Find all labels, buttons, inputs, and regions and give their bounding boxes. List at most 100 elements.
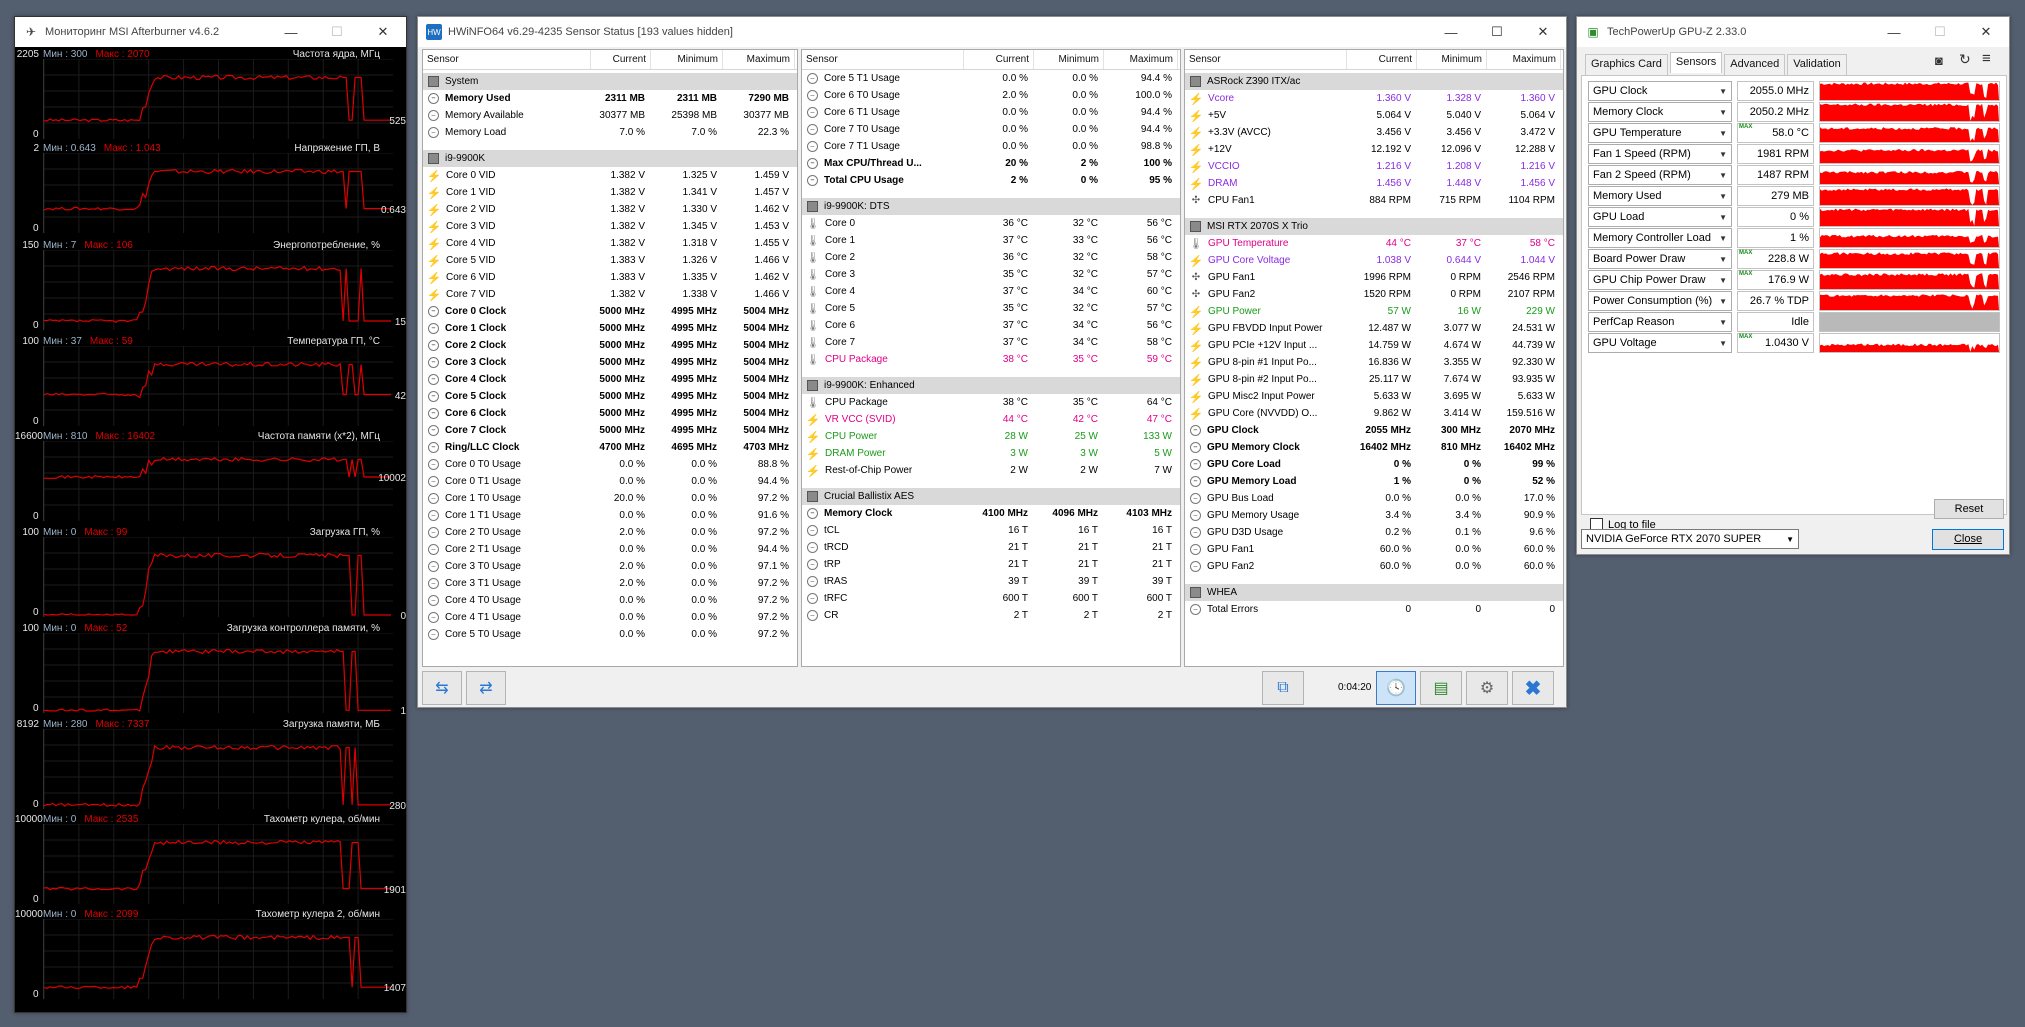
refresh-icon[interactable]: ↻ [1959, 51, 1971, 68]
header-minimum[interactable]: Minimum [651, 50, 723, 69]
sensor-row[interactable]: – Core 5 Clock 5000 MHz 4995 MHz 5004 MHz [423, 388, 797, 405]
sensor-row[interactable]: – Total Errors 0 0 0 [1185, 601, 1563, 618]
sensor-row[interactable]: – Total CPU Usage 2 % 0 % 95 % [802, 172, 1180, 189]
sensor-row[interactable]: – GPU D3D Usage 0.2 % 0.1 % 9.6 % [1185, 524, 1563, 541]
sensor-row[interactable]: – GPU Memory Load 1 % 0 % 52 % [1185, 473, 1563, 490]
sensor-group[interactable]: MSI RTX 2070S X Trio [1185, 218, 1563, 235]
sensor-row[interactable]: – Core 7 T0 Usage 0.0 % 0.0 % 94.4 % [802, 121, 1180, 138]
sensor-row[interactable]: – tRFC 600 T 600 T 600 T [802, 590, 1180, 607]
graph-panel[interactable]: 16600 Мин : 810 Макс : 16402 Частота памяти… [15, 431, 408, 526]
sensor-row[interactable]: 🌡 Core 4 37 °C 34 °C 60 °C [802, 283, 1180, 300]
sensor-row[interactable]: ⚡ +5V 5.064 V 5.040 V 5.064 V [1185, 107, 1563, 124]
sensor-row[interactable]: ⚡ GPU 8-pin #2 Input Po... 25.117 W 7.674 W… [1185, 371, 1563, 388]
sensor-row[interactable]: ⚡ GPU FBVDD Input Power 12.487 W 3.077 W 24.… [1185, 320, 1563, 337]
clock-reset-icon[interactable]: 🕓 [1376, 671, 1416, 705]
close-button[interactable]: ✕ [1963, 17, 2009, 47]
graph-panel[interactable]: 8192 Мин : 280 Макс : 7337 Загрузка памяти,… [15, 719, 408, 814]
tab-sensors[interactable]: Sensors [1669, 52, 1723, 73]
sensor-row[interactable]: – Core 2 T0 Usage 2.0 % 0.0 % 97.2 % [423, 524, 797, 541]
gpuz-titlebar[interactable]: ▣ TechPowerUp GPU-Z 2.33.0 — ☐ ✕ [1577, 17, 2009, 47]
sensor-select[interactable]: Memory Controller Load ▼ [1588, 228, 1732, 248]
sensor-row[interactable]: ⚡ +3.3V (AVCC) 3.456 V 3.456 V 3.472 V [1185, 124, 1563, 141]
minimize-button[interactable]: — [1428, 17, 1474, 47]
sensor-row[interactable]: – tRP 21 T 21 T 21 T [802, 556, 1180, 573]
sensor-row[interactable]: – Core 0 T0 Usage 0.0 % 0.0 % 88.8 % [423, 456, 797, 473]
header-maximum[interactable]: Maximum [1487, 50, 1561, 69]
afterburner-titlebar[interactable]: ✈ Мониторинг MSI Afterburner v4.6.2 — ☐ … [15, 17, 406, 47]
sensor-row[interactable]: ⚡ GPU PCIe +12V Input ... 14.759 W 4.674 W 4… [1185, 337, 1563, 354]
sensor-group[interactable]: System [423, 73, 797, 90]
sensor-row[interactable]: – Core 3 Clock 5000 MHz 4995 MHz 5004 MHz [423, 354, 797, 371]
sensor-row[interactable]: – Core 1 T1 Usage 0.0 % 0.0 % 91.6 % [423, 507, 797, 524]
minimize-button[interactable]: — [1871, 17, 1917, 47]
sensor-row[interactable]: ⚡ GPU 8-pin #1 Input Po... 16.836 W 3.355 W… [1185, 354, 1563, 371]
collapse-left-button[interactable]: ⇆ [422, 671, 462, 705]
sensor-row[interactable]: – Core 5 T1 Usage 0.0 % 0.0 % 94.4 % [802, 70, 1180, 87]
sensor-row[interactable]: ⚡ GPU Misc2 Input Power 5.633 W 3.695 W 5.63… [1185, 388, 1563, 405]
sensor-select[interactable]: GPU Chip Power Draw ▼ [1588, 270, 1732, 290]
graph-panel[interactable]: 150 Мин : 7 Макс : 106 Энергопотребление, %… [15, 240, 408, 335]
sensor-row[interactable]: – Core 1 T0 Usage 20.0 % 0.0 % 97.2 % [423, 490, 797, 507]
sensor-row[interactable]: – Memory Load 7.0 % 7.0 % 22.3 % [423, 124, 797, 141]
sensor-column-1[interactable]: Sensor Current Minimum Maximum System – Memory… [422, 49, 798, 667]
sensor-column-3[interactable]: Sensor Current Minimum Maximum ASRock Z390 I… [1184, 49, 1564, 667]
sensor-row[interactable]: – tRCD 21 T 21 T 21 T [802, 539, 1180, 556]
sensor-row[interactable]: – GPU Memory Clock 16402 MHz 810 MHz 16402 M… [1185, 439, 1563, 456]
sensor-row[interactable]: – Core 6 T1 Usage 0.0 % 0.0 % 94.4 % [802, 104, 1180, 121]
sensor-select[interactable]: PerfCap Reason ▼ [1588, 312, 1732, 332]
header-minimum[interactable]: Minimum [1417, 50, 1487, 69]
header-sensor[interactable]: Sensor [423, 50, 591, 69]
sensor-row[interactable]: – GPU Core Load 0 % 0 % 99 % [1185, 456, 1563, 473]
sensor-row[interactable]: ⚡ +12V 12.192 V 12.096 V 12.288 V [1185, 141, 1563, 158]
sensor-select[interactable]: Power Consumption (%) ▼ [1588, 291, 1732, 311]
sensor-row[interactable]: ⚡ DRAM 1.456 V 1.448 V 1.456 V [1185, 175, 1563, 192]
sensor-row[interactable]: – Memory Available 30377 MB 25398 MB 30377 M… [423, 107, 797, 124]
sensor-row[interactable]: 🌡 Core 7 37 °C 34 °C 58 °C [802, 334, 1180, 351]
sensor-row[interactable]: 🌡 GPU Temperature 44 °C 37 °C 58 °C [1185, 235, 1563, 252]
sensor-select[interactable]: Fan 2 Speed (RPM) ▼ [1588, 165, 1732, 185]
sensor-select[interactable]: GPU Temperature ▼ [1588, 123, 1732, 143]
sensor-row[interactable]: – Core 3 T0 Usage 2.0 % 0.0 % 97.1 % [423, 558, 797, 575]
sensor-row[interactable]: ✣ GPU Fan2 1520 RPM 0 RPM 2107 RPM [1185, 286, 1563, 303]
header-sensor[interactable]: Sensor [802, 50, 964, 69]
sensor-row[interactable]: – tRAS 39 T 39 T 39 T [802, 573, 1180, 590]
sensor-row[interactable]: – Core 4 T1 Usage 0.0 % 0.0 % 97.2 % [423, 609, 797, 626]
gpu-select[interactable]: NVIDIA GeForce RTX 2070 SUPER ▼ [1581, 529, 1799, 549]
sensor-row[interactable]: 🌡 Core 1 37 °C 33 °C 56 °C [802, 232, 1180, 249]
maximize-button[interactable]: ☐ [1474, 17, 1520, 47]
sensor-group[interactable]: i9-9900K: DTS [802, 198, 1180, 215]
sensor-select[interactable]: Board Power Draw ▼ [1588, 249, 1732, 269]
sensor-row[interactable]: – Memory Used 2311 MB 2311 MB 7290 MB [423, 90, 797, 107]
sensor-group[interactable]: i9-9900K [423, 150, 797, 167]
sensor-row[interactable]: – Core 0 Clock 5000 MHz 4995 MHz 5004 MHz [423, 303, 797, 320]
sensor-row[interactable]: ⚡ Core 5 VID 1.383 V 1.326 V 1.466 V [423, 252, 797, 269]
header-sensor[interactable]: Sensor [1185, 50, 1347, 69]
sensor-row[interactable]: 🌡 CPU Package 38 °C 35 °C 59 °C [802, 351, 1180, 368]
sensor-row[interactable]: ⚡ GPU Power 57 W 16 W 229 W [1185, 303, 1563, 320]
sensor-row[interactable]: – Core 7 T1 Usage 0.0 % 0.0 % 98.8 % [802, 138, 1180, 155]
header-minimum[interactable]: Minimum [1034, 50, 1104, 69]
graph-panel[interactable]: 100 Мин : 0 Макс : 52 Загрузка контроллера … [15, 623, 408, 718]
sensor-row[interactable]: – GPU Fan1 60.0 % 0.0 % 60.0 % [1185, 541, 1563, 558]
sensor-row[interactable]: – Core 3 T1 Usage 2.0 % 0.0 % 97.2 % [423, 575, 797, 592]
sensor-row[interactable]: ⚡ Vcore 1.360 V 1.328 V 1.360 V [1185, 90, 1563, 107]
sensor-row[interactable]: – GPU Memory Usage 3.4 % 3.4 % 90.9 % [1185, 507, 1563, 524]
close-button[interactable]: ✕ [360, 17, 406, 47]
sensor-row[interactable]: ⚡ Core 7 VID 1.382 V 1.338 V 1.466 V [423, 286, 797, 303]
sensor-row[interactable]: ⚡ VR VCC (SVID) 44 °C 42 °C 47 °C [802, 411, 1180, 428]
sensor-row[interactable]: ⚡ Core 0 VID 1.382 V 1.325 V 1.459 V [423, 167, 797, 184]
sensor-group[interactable]: Crucial Ballistix AES [802, 488, 1180, 505]
sensor-select[interactable]: Memory Clock ▼ [1588, 102, 1732, 122]
sensor-row[interactable]: ⚡ Core 4 VID 1.382 V 1.318 V 1.455 V [423, 235, 797, 252]
sensor-row[interactable]: – Memory Clock 4100 MHz 4096 MHz 4103 MHz [802, 505, 1180, 522]
expand-right-button[interactable]: ⇄ [466, 671, 506, 705]
sensor-row[interactable]: 🌡 Core 5 35 °C 32 °C 57 °C [802, 300, 1180, 317]
sensor-group[interactable]: WHEA [1185, 584, 1563, 601]
sensor-row[interactable]: – Core 4 T0 Usage 0.0 % 0.0 % 97.2 % [423, 592, 797, 609]
header-maximum[interactable]: Maximum [723, 50, 795, 69]
sensor-row[interactable]: – Max CPU/Thread U... 20 % 2 % 100 % [802, 155, 1180, 172]
sensor-row[interactable]: ⚡ Core 2 VID 1.382 V 1.330 V 1.462 V [423, 201, 797, 218]
sensor-row[interactable]: – Ring/LLC Clock 4700 MHz 4695 MHz 4703 MHz [423, 439, 797, 456]
sensor-row[interactable]: – Core 0 T1 Usage 0.0 % 0.0 % 94.4 % [423, 473, 797, 490]
sensor-row[interactable]: 🌡 CPU Package 38 °C 35 °C 64 °C [802, 394, 1180, 411]
